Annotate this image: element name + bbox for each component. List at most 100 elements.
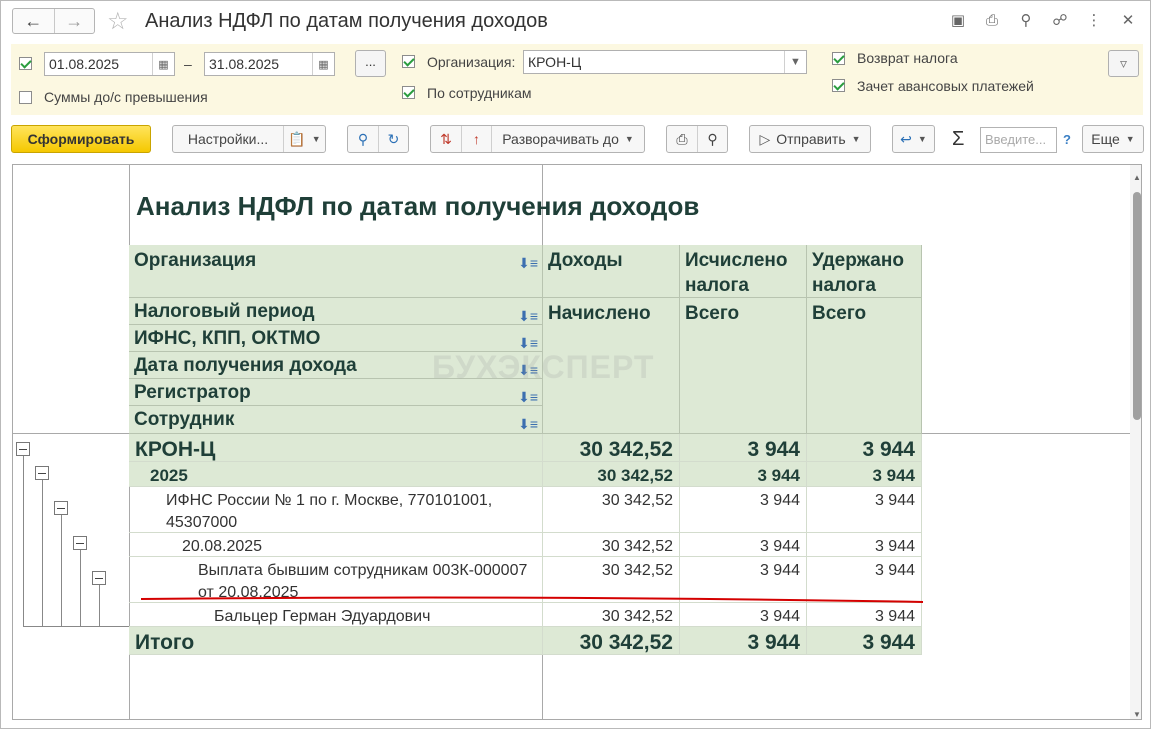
header-employee[interactable]: Сотрудник ⬇≡ <box>129 406 543 434</box>
row-organization[interactable]: КРОН-Ц <box>129 434 543 462</box>
save-icon[interactable]: ▣ <box>948 10 968 30</box>
print-icon[interactable]: ⎙ <box>982 10 1002 30</box>
row-tax-period[interactable]: 2025 <box>129 462 543 487</box>
cell-tax-calculated[interactable]: 3 944 <box>680 434 807 462</box>
cell-tax-withheld[interactable]: 3 944 <box>807 487 922 533</box>
title-actions: ▣ ⎙ ⚲ ☍ ⋮ ✕ <box>948 10 1138 30</box>
chevron-down-icon[interactable]: ▼ <box>784 51 806 73</box>
header-tax-withheld-total[interactable]: Всего <box>807 298 922 434</box>
header-organization[interactable]: Организация ⬇≡ <box>129 245 543 298</box>
help-icon[interactable]: ? <box>1063 132 1071 147</box>
organization-label: Организация: <box>427 54 516 70</box>
back-arrow-icon[interactable]: ← <box>13 9 54 33</box>
period-checkbox[interactable] <box>19 57 32 70</box>
date-from-field[interactable]: 01.08.2025 ▦ <box>44 52 175 76</box>
print-icon[interactable]: ⎙ <box>667 131 697 148</box>
tree-line <box>23 626 129 627</box>
tree-line <box>61 515 62 626</box>
search-next-icon[interactable]: ↻ <box>378 126 408 152</box>
cell-income[interactable]: 30 342,52 <box>543 434 680 462</box>
collapse-icon[interactable] <box>73 536 87 550</box>
collapse-icon[interactable] <box>16 442 30 456</box>
collapse-icon[interactable] <box>92 571 106 585</box>
collapse-icon[interactable] <box>54 501 68 515</box>
preview-icon[interactable]: ⚲ <box>1016 10 1036 30</box>
annotation-underline <box>141 596 924 603</box>
date-separator: – <box>184 56 192 72</box>
settings-group: Настройки... 📋 ▼ <box>172 125 326 153</box>
header-income[interactable]: Доходы <box>543 245 680 298</box>
send-button[interactable]: ▷ Отправить ▼ <box>749 125 871 153</box>
search-icon[interactable]: ⚲ <box>348 131 378 148</box>
tax-refund-label: Возврат налога <box>857 50 958 66</box>
cell-tax-withheld[interactable]: 3 944 <box>807 533 922 557</box>
expand-to-label: Разворачивать до <box>502 131 619 147</box>
scroll-up-icon[interactable]: ▲ <box>1133 173 1141 182</box>
date-to-field[interactable]: 31.08.2025 ▦ <box>204 52 335 76</box>
calendar-icon[interactable]: ▦ <box>312 53 334 75</box>
print-preview-icon[interactable]: ⚲ <box>697 126 727 152</box>
organization-checkbox[interactable] <box>402 55 415 68</box>
favorite-star-icon[interactable]: ☆ <box>107 7 129 36</box>
more-vertical-icon[interactable]: ⋮ <box>1084 10 1104 30</box>
cell-tax-calculated[interactable]: 3 944 <box>680 487 807 533</box>
link-icon[interactable]: ☍ <box>1050 10 1070 30</box>
close-icon[interactable]: ✕ <box>1118 10 1138 30</box>
header-employee-label: Сотрудник <box>134 409 235 430</box>
generate-button[interactable]: Сформировать <box>11 125 151 153</box>
header-ifns[interactable]: ИФНС, КПП, ОКТМО ⬇≡ <box>129 325 543 352</box>
period-select-button[interactable]: ... <box>355 50 386 77</box>
forward-arrow-icon[interactable]: → <box>53 9 95 33</box>
variant-button[interactable]: 📋 ▼ <box>283 126 325 152</box>
by-employees-checkbox[interactable] <box>402 86 415 99</box>
row-income-date[interactable]: 20.08.2025 <box>129 533 543 557</box>
date-to-value: 31.08.2025 <box>209 56 280 72</box>
header-tax-period[interactable]: Налоговый период ⬇≡ <box>129 298 543 325</box>
report-spreadsheet[interactable]: Анализ НДФЛ по датам получения доходов О… <box>12 164 1142 720</box>
sort-icon[interactable]: ⬇≡ <box>518 251 538 276</box>
cell-income[interactable]: 30 342,52 <box>543 462 680 487</box>
header-tax-withheld[interactable]: Удержано налога <box>807 245 922 298</box>
organization-select[interactable]: КРОН-Ц ▼ <box>523 50 807 74</box>
scroll-down-icon[interactable]: ▼ <box>1133 710 1141 719</box>
advance-offset-checkbox[interactable] <box>832 79 845 92</box>
collapse-icon[interactable] <box>35 466 49 480</box>
sort-desc-icon[interactable]: ⇅ <box>431 131 461 148</box>
chevron-down-icon: ▼ <box>917 134 927 144</box>
cell-tax-withheld[interactable]: 3 944 <box>807 462 922 487</box>
header-tax-calculated-total[interactable]: Всего <box>680 298 807 434</box>
send-icon: ▷ <box>759 130 771 147</box>
sums-excess-checkbox[interactable] <box>19 91 32 104</box>
watermark-logo: БУХЭКСПЕРТ <box>432 349 655 385</box>
scroll-thumb[interactable] <box>1133 192 1141 420</box>
row-ifns[interactable]: ИФНС России № 1 по г. Москве, 770101001,… <box>129 487 543 533</box>
cell-total-income[interactable]: 30 342,52 <box>543 627 680 655</box>
cell-total-tax-calculated[interactable]: 3 944 <box>680 627 807 655</box>
cell-total-tax-withheld[interactable]: 3 944 <box>807 627 922 655</box>
cell-income[interactable]: 30 342,52 <box>543 487 680 533</box>
more-button[interactable]: Еще ▼ <box>1082 125 1144 153</box>
filter-icon[interactable]: ▿ <box>1108 50 1139 77</box>
filter-panel: 01.08.2025 ▦ – 31.08.2025 ▦ ... Суммы до… <box>11 44 1143 115</box>
settings-button[interactable]: Настройки... <box>173 131 283 147</box>
calendar-icon[interactable]: ▦ <box>152 53 174 75</box>
expand-to-button[interactable]: Разворачивать до ▼ <box>491 126 644 152</box>
undo-button[interactable]: ↩ ▼ <box>892 125 935 153</box>
cell-tax-calculated[interactable]: 3 944 <box>680 462 807 487</box>
sums-excess-label: Суммы до/с превышения <box>44 89 208 105</box>
sum-icon[interactable]: Σ <box>952 128 964 151</box>
header-tax-calculated[interactable]: Исчислено налога <box>680 245 807 298</box>
window-title: Анализ НДФЛ по датам получения доходов <box>145 10 548 32</box>
cell-income[interactable]: 30 342,52 <box>543 533 680 557</box>
sort-asc-icon[interactable]: ↑ <box>461 126 491 152</box>
search-input[interactable]: Введите... <box>980 127 1057 153</box>
cell-tax-withheld[interactable]: 3 944 <box>807 434 922 462</box>
chevron-down-icon: ▼ <box>851 134 861 144</box>
cell-tax-calculated[interactable]: 3 944 <box>680 533 807 557</box>
row-total[interactable]: Итого <box>129 627 543 655</box>
by-employees-label: По сотрудникам <box>427 85 532 101</box>
tree-line <box>99 585 100 626</box>
vertical-scrollbar[interactable]: ▲ ▼ <box>1130 165 1141 719</box>
tax-refund-checkbox[interactable] <box>832 52 845 65</box>
search-group: ⚲ ↻ <box>347 125 409 153</box>
